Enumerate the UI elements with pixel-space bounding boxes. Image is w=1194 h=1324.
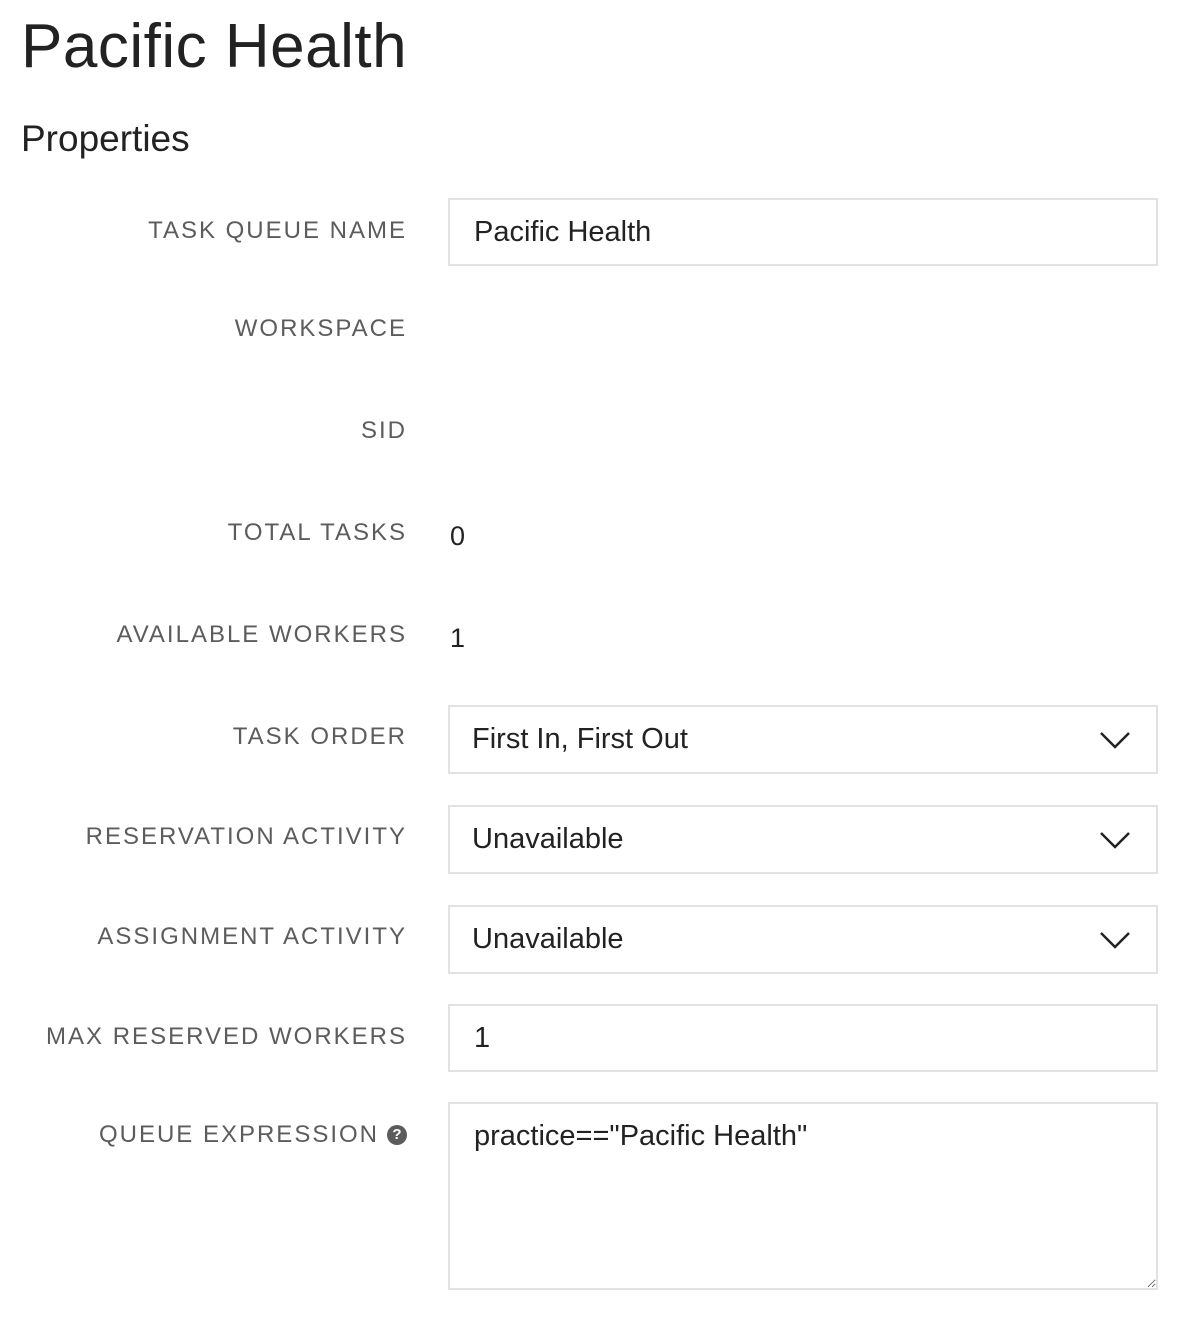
max-reserved-workers-label: MAX RESERVED WORKERS [46,1023,407,1050]
section-title: Properties [21,118,190,159]
total-tasks-label: TOTAL TASKS [227,519,407,546]
task-order-selected-value: First In, First Out [472,723,688,755]
reservation-activity-label: RESERVATION ACTIVITY [85,823,407,850]
question-circle-icon[interactable]: ? [387,1125,407,1145]
task-order-label: TASK ORDER [232,723,407,750]
reservation-activity-selected-value: Unavailable [472,823,624,855]
queue-expression-textarea[interactable]: practice=="Pacific Health" [448,1102,1158,1290]
task-queue-name-label: TASK QUEUE NAME [148,217,407,244]
max-reserved-workers-input[interactable] [448,1004,1158,1072]
assignment-activity-select[interactable]: Unavailable [448,905,1158,974]
available-workers-label: AVAILABLE WORKERS [116,621,407,648]
chevron-down-icon [1100,731,1130,749]
queue-expression-label-group: QUEUE EXPRESSION ? [99,1120,407,1150]
task-order-select[interactable]: First In, First Out [448,705,1158,774]
chevron-down-icon [1100,931,1130,949]
reservation-activity-select[interactable]: Unavailable [448,805,1158,874]
assignment-activity-selected-value: Unavailable [472,923,624,955]
assignment-activity-label: ASSIGNMENT ACTIVITY [97,923,407,950]
queue-expression-label: QUEUE EXPRESSION [98,1121,379,1148]
task-queue-name-input[interactable] [448,198,1158,266]
page-title: Pacific Health [21,12,408,81]
workspace-label: WORKSPACE [234,315,407,342]
available-workers-value: 1 [450,623,466,653]
sid-label: SID [360,417,407,444]
total-tasks-value: 0 [450,521,466,551]
chevron-down-icon [1100,831,1130,849]
